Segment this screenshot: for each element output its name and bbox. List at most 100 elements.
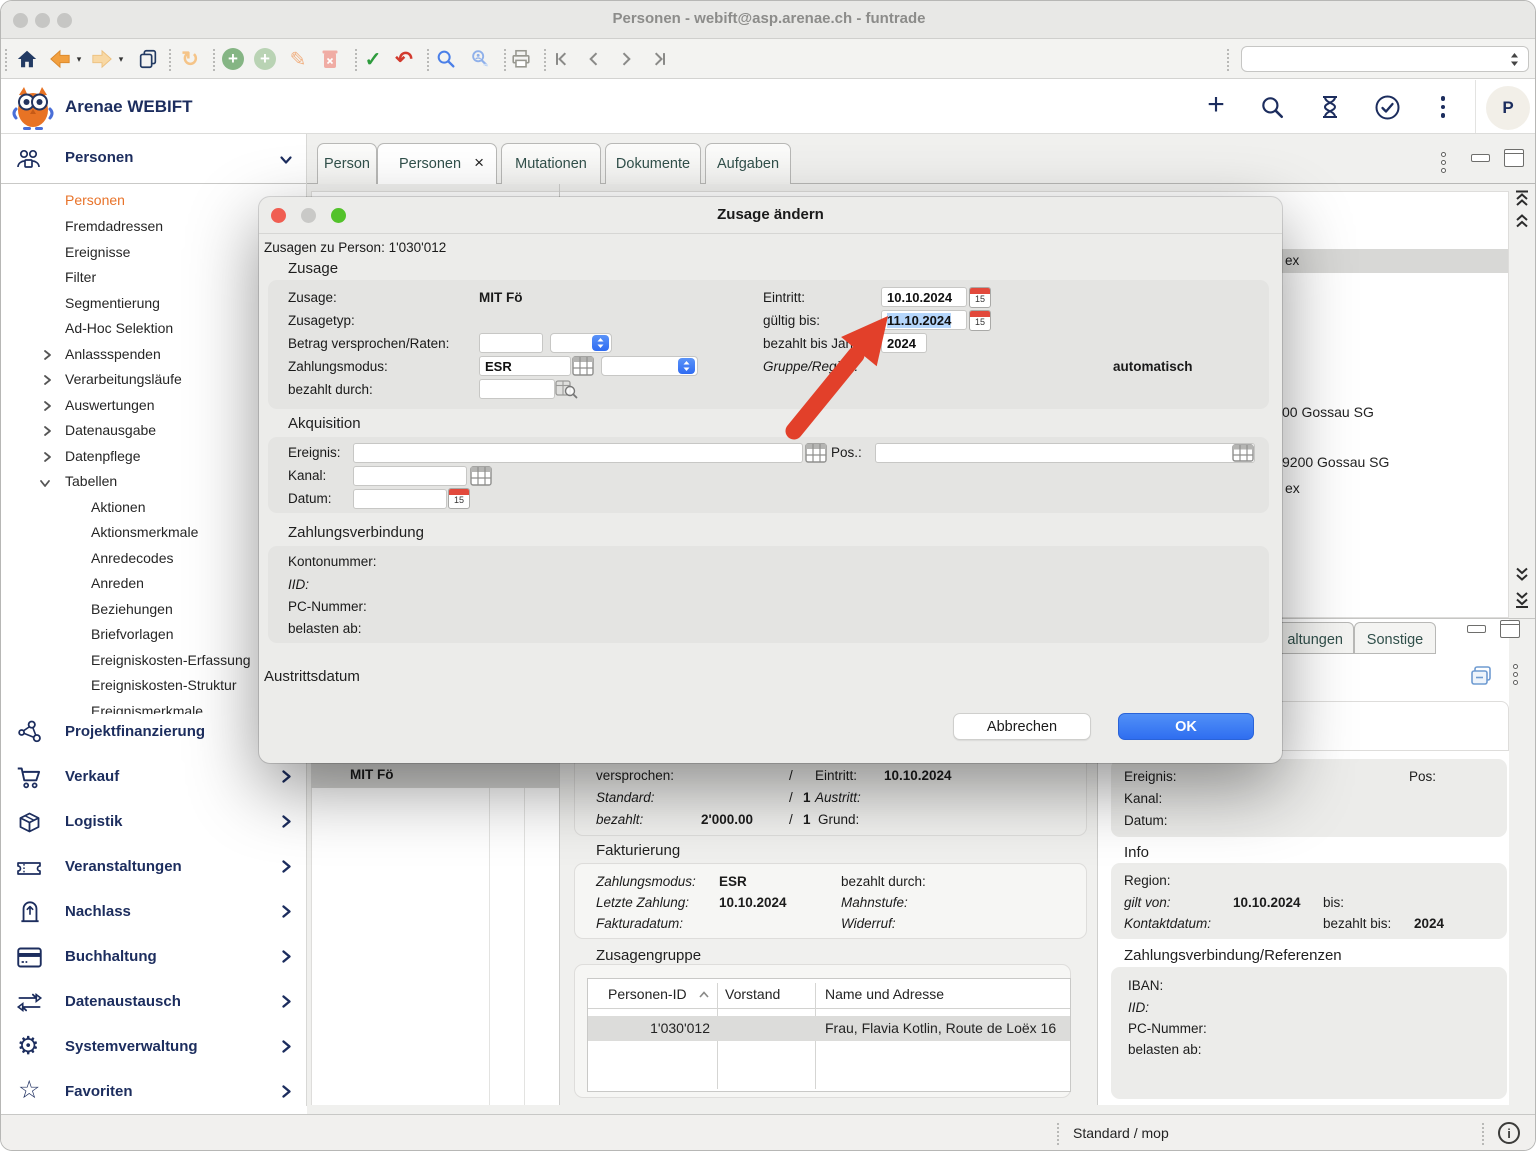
bezahlt-durch-input[interactable]	[479, 379, 555, 399]
datum-calendar-button[interactable]: 15	[448, 488, 470, 509]
delete-button[interactable]	[317, 45, 343, 73]
zahlungsmodus-lookup-button[interactable]	[572, 356, 594, 376]
maximize-detail-button[interactable]	[1500, 620, 1520, 638]
raten-select[interactable]	[550, 333, 612, 353]
add-circle-icon: +	[222, 48, 244, 70]
kanal-lookup-button[interactable]	[470, 466, 492, 486]
datum-input[interactable]	[353, 489, 447, 509]
tab-mutationen[interactable]: Mutationen	[501, 143, 601, 184]
forward-history-caret[interactable]: ▾	[115, 45, 127, 73]
info-icon[interactable]: i	[1498, 1122, 1520, 1144]
ereignis-lookup-button[interactable]	[805, 443, 827, 463]
table-row[interactable]: 1'030'012 Frau, Flavia Kotlin, Route de …	[588, 1016, 1070, 1041]
first-record-button[interactable]	[549, 45, 575, 73]
scroll-page-down-button[interactable]	[1513, 566, 1531, 587]
chevron-right-icon	[42, 425, 53, 437]
column-header-vorstand[interactable]: Vorstand	[725, 986, 780, 1002]
tab-dokumente[interactable]: Dokumente	[605, 143, 701, 184]
sidebar-item-nachlass[interactable]: Nachlass	[1, 894, 306, 930]
next-record-button[interactable]	[613, 45, 639, 73]
sidebar-item-verkauf[interactable]: Verkauf	[1, 759, 306, 795]
kebab-outline-icon	[1513, 662, 1518, 686]
advanced-search-button[interactable]	[466, 45, 494, 73]
ok-button[interactable]: OK	[1118, 713, 1254, 740]
copy-pages-button[interactable]	[135, 45, 161, 73]
duplicate-view-button[interactable]	[1469, 664, 1493, 693]
tab-person[interactable]: Person	[317, 143, 377, 184]
betrag-input[interactable]	[479, 333, 543, 353]
gueltig-bis-date-input[interactable]: 11.10.2024	[881, 310, 967, 330]
minimize-detail-button[interactable]	[1467, 625, 1486, 633]
zahlungsmodus-select[interactable]	[601, 356, 698, 376]
tab-personen[interactable]: Personen ×	[377, 143, 497, 184]
confirm-button[interactable]: ✓	[360, 45, 386, 73]
chevron-down-icon	[279, 153, 293, 167]
scroll-to-top-button[interactable]	[1513, 189, 1531, 212]
bezahlt-bis-jahr-input[interactable]: 2024	[881, 333, 927, 353]
stepper-icon	[678, 358, 695, 374]
dialog-subtitle: Zusagen zu Person: 1'030'012	[264, 240, 446, 255]
global-search-button[interactable]	[1256, 91, 1288, 123]
add-record-button[interactable]: +	[220, 45, 246, 73]
home-button[interactable]	[14, 45, 40, 73]
undo-button[interactable]: ↶	[391, 45, 417, 73]
letzte-zahlung-label: Letzte Zahlung:	[596, 895, 689, 910]
toolbar-combobox[interactable]	[1241, 46, 1529, 72]
maximize-panel-button[interactable]	[1504, 149, 1524, 167]
pos-lookup-button[interactable]	[1232, 444, 1254, 464]
selected-master-row[interactable]: MIT Fö	[311, 763, 559, 788]
forward-button[interactable]	[89, 45, 115, 73]
zahlungsmodus-input[interactable]: ESR	[479, 356, 571, 376]
back-history-caret[interactable]: ▾	[73, 45, 85, 73]
tabbar-menu-button[interactable]	[1441, 150, 1446, 174]
user-avatar[interactable]: P	[1486, 86, 1530, 130]
kanal-input[interactable]	[353, 466, 467, 486]
gueltig-bis-calendar-button[interactable]: 15	[969, 310, 991, 331]
pos-input[interactable]	[875, 443, 1255, 463]
pc-nummer-label: PC-Nummer:	[1128, 1021, 1207, 1036]
kontonummer-label: Kontonummer:	[288, 554, 377, 569]
tab-aufgaben[interactable]: Aufgaben	[705, 143, 791, 184]
sidebar-item-systemverwaltung[interactable]: ⚙ Systemverwaltung	[1, 1029, 306, 1065]
sidebar-item-datenaustausch[interactable]: Datenaustausch	[1, 984, 306, 1020]
back-button[interactable]	[47, 45, 73, 73]
ereignis-input[interactable]	[353, 443, 803, 463]
search-button[interactable]	[433, 45, 459, 73]
search-person-icon	[468, 48, 492, 70]
status-separator	[1482, 1123, 1484, 1145]
search-icon	[435, 48, 457, 70]
history-button[interactable]	[1314, 91, 1346, 123]
people-icon	[15, 147, 43, 171]
tasks-button[interactable]	[1371, 91, 1403, 123]
refresh-button[interactable]: ↻	[177, 45, 203, 73]
eintritt-calendar-button[interactable]: 15	[969, 287, 991, 308]
edit-button[interactable]: ✎	[285, 45, 311, 73]
overflow-menu-button[interactable]	[1431, 91, 1455, 123]
column-header-personen-id[interactable]: Personen-ID	[608, 986, 687, 1002]
eintritt-date-input[interactable]: 10.10.2024	[881, 287, 967, 307]
prev-record-icon	[584, 49, 604, 69]
zahlungsverbindung-group-label: Zahlungsverbindung	[288, 524, 424, 541]
sidebar-header[interactable]: Personen	[1, 134, 306, 184]
kontaktdatum-label: Kontaktdatum:	[1124, 916, 1211, 931]
cancel-button[interactable]: Abbrechen	[953, 713, 1091, 740]
sidebar-item-buchhaltung[interactable]: Buchhaltung	[1, 939, 306, 975]
column-header-name-adresse[interactable]: Name und Adresse	[825, 986, 944, 1002]
close-icon[interactable]: ×	[474, 153, 484, 173]
prev-record-button[interactable]	[581, 45, 607, 73]
lookup-search-icon	[555, 379, 578, 399]
bezahlt-durch-lookup-button[interactable]	[555, 379, 577, 399]
minimize-panel-button[interactable]	[1471, 154, 1490, 162]
sidebar-item-logistik[interactable]: Logistik	[1, 804, 306, 840]
scroll-to-bottom-button[interactable]	[1513, 591, 1531, 614]
new-item-button[interactable]: +	[1201, 91, 1231, 123]
add-secondary-button[interactable]: +	[252, 45, 278, 73]
tab-sonstige[interactable]: Sonstige	[1354, 622, 1436, 654]
print-button[interactable]	[507, 45, 535, 73]
detail-menu-button[interactable]	[1513, 662, 1518, 686]
sidebar-item-favoriten[interactable]: ☆ Favoriten	[1, 1074, 306, 1110]
sidebar-item-veranstaltungen[interactable]: Veranstaltungen	[1, 849, 306, 885]
last-record-button[interactable]	[645, 45, 673, 73]
table-grid-icon	[1232, 444, 1254, 462]
scroll-page-up-button[interactable]	[1513, 213, 1531, 234]
